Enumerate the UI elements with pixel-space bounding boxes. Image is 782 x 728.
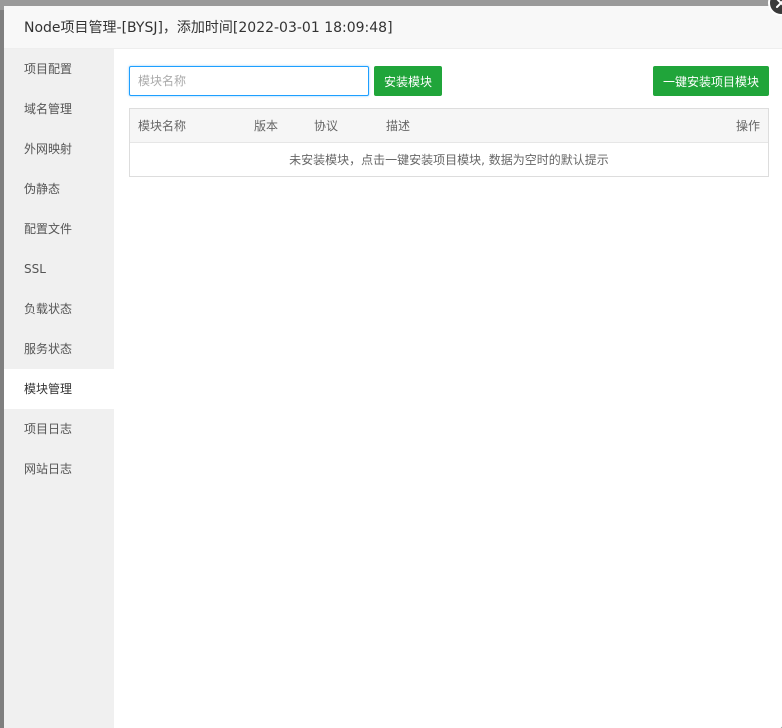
sidebar-item-external-mapping[interactable]: 外网映射 bbox=[4, 129, 114, 169]
close-icon bbox=[776, 0, 782, 8]
sidebar-item-project-log[interactable]: 项目日志 bbox=[4, 409, 114, 449]
sidebar-item-project-config[interactable]: 项目配置 bbox=[4, 49, 114, 89]
sidebar-item-load-status[interactable]: 负载状态 bbox=[4, 289, 114, 329]
sidebar: 项目配置 域名管理 外网映射 伪静态 配置文件 SSL 负载状态 服务状态 模块… bbox=[4, 49, 114, 728]
sidebar-item-module-manage[interactable]: 模块管理 bbox=[4, 369, 114, 409]
empty-state-text: 未安装模块，点击一键安装项目模块, 数据为空时的默认提示 bbox=[289, 153, 609, 167]
module-table: 模块名称 版本 协议 描述 操作 未安装模块，点击一键安装项目模块, 数据为空时… bbox=[129, 108, 769, 177]
dialog-title: Node项目管理-[BYSJ]，添加时间[2022-03-01 18:09:48… bbox=[24, 20, 393, 36]
column-header-version: 版本 bbox=[254, 119, 279, 133]
table-header: 模块名称 版本 协议 描述 操作 bbox=[130, 109, 768, 143]
node-project-dialog: Node项目管理-[BYSJ]，添加时间[2022-03-01 18:09:48… bbox=[4, 0, 782, 728]
sidebar-item-ssl[interactable]: SSL bbox=[4, 249, 114, 289]
column-header-protocol: 协议 bbox=[314, 119, 339, 133]
sidebar-item-domain[interactable]: 域名管理 bbox=[4, 89, 114, 129]
module-panel: 安装模块 一键安装项目模块 模块名称 版本 协议 描述 操作 未安装模块，点击一… bbox=[114, 49, 782, 728]
column-header-actions: 操作 bbox=[735, 119, 760, 133]
sidebar-item-rewrite[interactable]: 伪静态 bbox=[4, 169, 114, 209]
module-name-input[interactable] bbox=[129, 66, 369, 96]
column-header-description: 描述 bbox=[386, 119, 411, 133]
empty-state-row: 未安装模块，点击一键安装项目模块, 数据为空时的默认提示 bbox=[130, 143, 768, 176]
sidebar-item-service-status[interactable]: 服务状态 bbox=[4, 329, 114, 369]
column-header-name: 模块名称 bbox=[138, 119, 187, 133]
dialog-header: Node项目管理-[BYSJ]，添加时间[2022-03-01 18:09:48… bbox=[4, 6, 782, 49]
onekey-install-button[interactable]: 一键安装项目模块 bbox=[652, 66, 769, 96]
sidebar-item-config-file[interactable]: 配置文件 bbox=[4, 209, 114, 249]
sidebar-item-site-log[interactable]: 网站日志 bbox=[4, 449, 114, 489]
toolbar: 安装模块 一键安装项目模块 bbox=[129, 66, 769, 96]
install-module-button[interactable]: 安装模块 bbox=[374, 66, 443, 96]
